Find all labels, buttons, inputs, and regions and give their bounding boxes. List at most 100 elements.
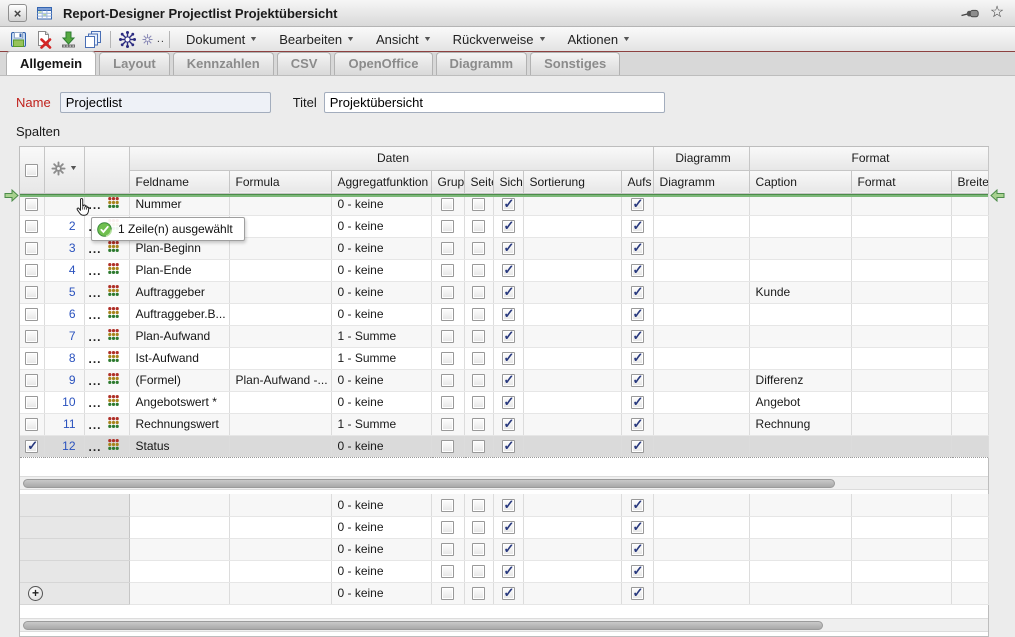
col-header-format[interactable]: Format [851, 170, 952, 194]
row-checkbox[interactable] [25, 418, 39, 432]
row-checkbox[interactable] [25, 352, 39, 366]
sicht-checkbox[interactable] [501, 497, 515, 513]
row-number[interactable]: 8 [44, 347, 85, 370]
sicht-checkbox[interactable] [501, 196, 515, 212]
aggregat-cell[interactable]: 0 - keine [331, 516, 432, 539]
row-options-button[interactable]: ... [89, 418, 102, 432]
row-checkbox[interactable] [25, 308, 39, 322]
aufs-checkbox[interactable] [630, 541, 644, 557]
seite-checkbox[interactable] [472, 565, 485, 579]
caption-cell[interactable] [749, 325, 852, 348]
fieldname-cell[interactable]: Ist-Aufwand [129, 347, 230, 370]
aufs-checkbox[interactable] [630, 218, 644, 234]
seite-checkbox[interactable] [472, 418, 485, 432]
seite-checkbox[interactable] [472, 521, 485, 535]
row-checkbox[interactable] [25, 242, 39, 256]
breite-cell[interactable] [951, 259, 989, 282]
col-header-grup[interactable]: Grup [431, 170, 465, 194]
breite-cell[interactable] [951, 325, 989, 348]
references-more-icon[interactable]: .. [140, 28, 165, 50]
tab-openoffice[interactable]: OpenOffice [334, 52, 433, 75]
col-header-sortierung[interactable]: Sortierung [523, 170, 622, 194]
breite-cell[interactable] [951, 347, 989, 370]
row-options-button[interactable]: ... [89, 374, 102, 388]
row-checkbox[interactable] [25, 330, 39, 344]
breite-cell[interactable] [951, 281, 989, 304]
caption-cell[interactable]: Angebot [749, 391, 852, 414]
fieldname-cell[interactable]: (Formel) [129, 369, 230, 392]
caption-cell[interactable]: Kunde [749, 281, 852, 304]
row-checkbox[interactable] [25, 286, 39, 300]
seite-checkbox[interactable] [472, 352, 485, 366]
sortierung-cell[interactable] [523, 215, 622, 238]
caption-cell[interactable] [749, 538, 852, 561]
fieldname-cell[interactable] [129, 538, 230, 561]
fieldname-cell[interactable]: Rechnungswert [129, 413, 230, 436]
caption-cell[interactable] [749, 237, 852, 260]
col-header-formula[interactable]: Formula [229, 170, 332, 194]
sicht-checkbox[interactable] [501, 240, 515, 256]
caption-cell[interactable] [749, 347, 852, 370]
sortierung-cell[interactable] [523, 560, 622, 583]
diagramm-cell[interactable] [653, 538, 750, 561]
format-cell[interactable] [851, 494, 952, 517]
pin-icon[interactable] [960, 4, 980, 22]
row-options-button[interactable]: ... [89, 330, 102, 344]
seite-checkbox[interactable] [472, 587, 485, 601]
row-checkbox[interactable] [25, 396, 39, 410]
delete-document-icon[interactable] [31, 28, 56, 50]
seite-checkbox[interactable] [472, 498, 485, 512]
sortierung-cell[interactable] [523, 538, 622, 561]
diagramm-cell[interactable] [653, 303, 750, 326]
scrollbar-thumb[interactable] [23, 621, 823, 630]
seite-checkbox[interactable] [472, 374, 485, 388]
diagramm-cell[interactable] [653, 215, 750, 238]
horizontal-scrollbar[interactable] [20, 476, 989, 490]
fieldname-cell[interactable] [129, 560, 230, 583]
sicht-checkbox[interactable] [501, 585, 515, 601]
aufs-checkbox[interactable] [630, 262, 644, 278]
sortierung-cell[interactable] [523, 516, 622, 539]
aggregat-cell[interactable]: 0 - keine [331, 281, 432, 304]
formula-cell[interactable] [229, 560, 332, 583]
save-icon[interactable] [6, 28, 31, 50]
grup-checkbox[interactable] [441, 308, 454, 322]
formula-cell[interactable] [229, 494, 332, 517]
grup-checkbox[interactable] [441, 286, 454, 300]
sicht-checkbox[interactable] [501, 519, 515, 535]
grid-settings-button[interactable]: ▼ [51, 161, 78, 176]
aggregat-cell[interactable]: 0 - keine [331, 494, 432, 517]
formula-cell[interactable]: Plan-Aufwand -... [229, 369, 332, 392]
grup-checkbox[interactable] [441, 352, 454, 366]
row-options-button[interactable]: ... [89, 352, 102, 366]
diagramm-cell[interactable] [653, 325, 750, 348]
aufs-checkbox[interactable] [630, 497, 644, 513]
row-checkbox[interactable] [25, 198, 39, 212]
formula-cell[interactable] [229, 538, 332, 561]
row-number[interactable]: 11 [44, 413, 85, 436]
breite-cell[interactable] [951, 369, 989, 392]
aggregat-cell[interactable]: 0 - keine [331, 560, 432, 583]
sicht-checkbox[interactable] [501, 372, 515, 388]
aufs-checkbox[interactable] [630, 585, 644, 601]
aufs-checkbox[interactable] [630, 306, 644, 322]
breite-cell[interactable] [951, 582, 989, 605]
copy-icon[interactable] [81, 28, 106, 50]
row-checkbox[interactable] [25, 438, 39, 454]
formula-cell[interactable] [229, 325, 332, 348]
fieldname-cell[interactable]: Angebotswert * [129, 391, 230, 414]
sicht-checkbox[interactable] [501, 218, 515, 234]
aufs-checkbox[interactable] [630, 240, 644, 256]
aggregat-cell[interactable]: 0 - keine [331, 259, 432, 282]
aufs-checkbox[interactable] [630, 284, 644, 300]
aggregat-cell[interactable]: 0 - keine [331, 582, 432, 605]
menu-aktionen[interactable]: Aktionen ▼ [555, 30, 640, 49]
fieldname-cell[interactable]: Plan-Aufwand [129, 325, 230, 348]
diagramm-cell[interactable] [653, 434, 750, 458]
grup-checkbox[interactable] [441, 264, 454, 278]
diagramm-cell[interactable] [653, 237, 750, 260]
grup-checkbox[interactable] [441, 242, 454, 256]
sortierung-cell[interactable] [523, 259, 622, 282]
menu-dokument[interactable]: Dokument ▼ [174, 30, 267, 49]
format-cell[interactable] [851, 560, 952, 583]
